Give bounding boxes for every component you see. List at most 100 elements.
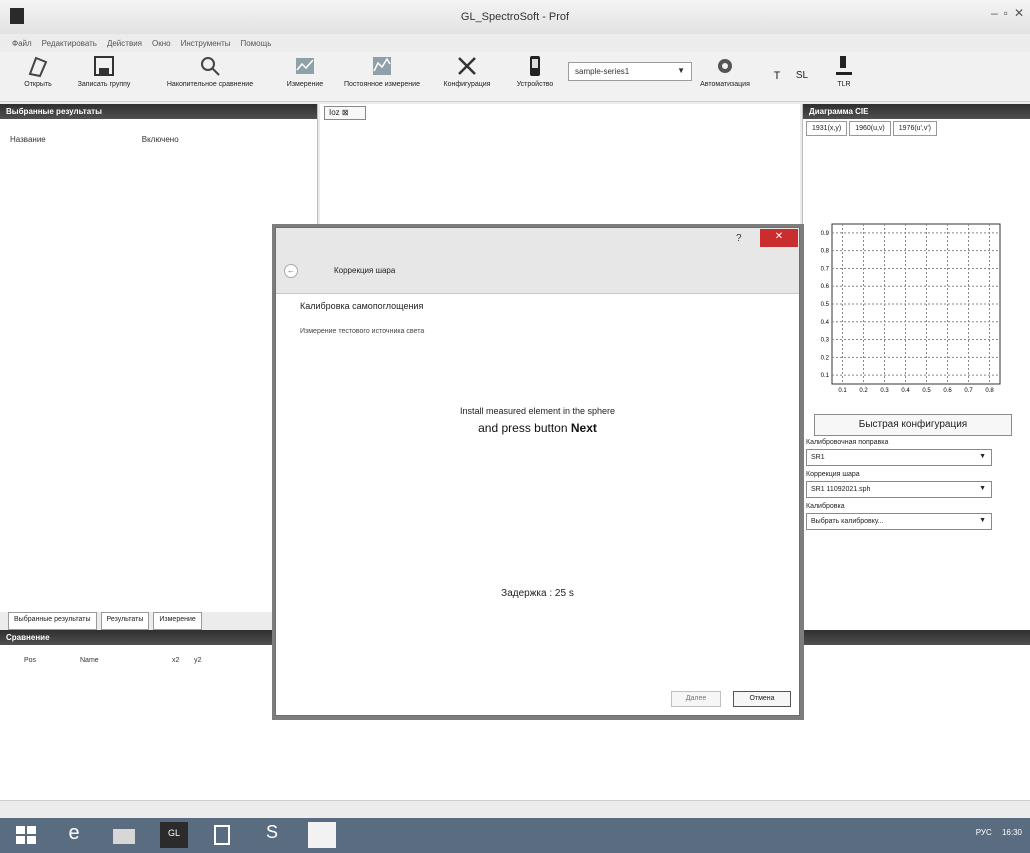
cal-correction-select[interactable]: SR1 ▼ xyxy=(806,449,992,466)
minimize-button[interactable]: – xyxy=(991,6,998,20)
cie-chart: 0.9 0.8 0.7 0.6 0.5 0.4 0.3 0.2 0.1 0.1 0.2 0.3 0.4… xyxy=(821,223,1001,394)
system-tray: РУС 16:30 xyxy=(976,828,1022,837)
tab-ioz[interactable]: Ioz ⊠ xyxy=(324,106,366,120)
tray-language[interactable]: РУС xyxy=(976,828,992,837)
save-group-button[interactable]: Записать группу xyxy=(66,54,142,88)
next-button[interactable]: Далее xyxy=(671,691,721,707)
device-select-value: sample-series1 xyxy=(575,67,630,76)
dialog-message-line1: Install measured element in the sphere xyxy=(459,406,616,416)
tab-cie-1976[interactable]: 1976(u',v') xyxy=(892,121,938,136)
comparison-title: Сравнение xyxy=(6,633,50,642)
field-label-cal-correction: Калибровочная поправка xyxy=(806,439,889,446)
sphere-correction-select[interactable]: SR1 11092021.sph ▼ xyxy=(806,481,992,498)
message-line2-prefix: and press button xyxy=(478,421,571,435)
column-y2[interactable]: y2 xyxy=(194,657,214,664)
cie-title: Диаграмма CIE xyxy=(809,107,869,116)
explorer-icon[interactable] xyxy=(110,822,138,848)
skype-icon[interactable]: S xyxy=(258,822,286,848)
menu-tools[interactable]: Инструменты xyxy=(181,39,231,48)
window-title: GL_SpectroSoft - Prof xyxy=(460,11,570,23)
chevron-down-icon: ▼ xyxy=(979,453,986,460)
tab-ioz-label: Ioz xyxy=(329,108,340,117)
dialog-close-button[interactable]: ✕ xyxy=(760,229,798,247)
menu-file[interactable]: Файл xyxy=(12,39,32,48)
selected-results-header: Выбранные результаты xyxy=(0,104,317,119)
gear-icon xyxy=(718,59,732,73)
title-bar: GL_SpectroSoft - Prof – ▫ ✕ xyxy=(0,0,1030,34)
menu-edit[interactable]: Редактировать xyxy=(42,39,97,48)
column-pos[interactable]: Pos xyxy=(24,657,80,664)
column-name[interactable]: Название xyxy=(10,135,46,144)
device-select[interactable]: sample-series1 ▼ xyxy=(568,62,692,81)
help-icon[interactable]: ? xyxy=(736,233,742,244)
calibration-select[interactable]: Выбрать калибровку... ▼ xyxy=(806,513,992,530)
word-icon[interactable] xyxy=(308,822,336,848)
tlr-button[interactable]: TLR xyxy=(826,54,862,88)
cancel-button[interactable]: Отмена xyxy=(733,691,791,707)
close-tab-icon[interactable]: ⊠ xyxy=(342,108,349,117)
tab-results[interactable]: Результаты xyxy=(100,612,150,630)
open-button[interactable]: Открыть xyxy=(10,54,66,88)
open-label: Открыть xyxy=(24,81,52,88)
sphere-correction-dialog: ? ✕ ← Коррекция шара Калибровка самопогл… xyxy=(275,227,800,716)
column-name[interactable]: Name xyxy=(80,657,172,664)
tools-icon xyxy=(458,57,476,75)
selected-results-title: Выбранные результаты xyxy=(6,107,102,116)
start-button[interactable] xyxy=(12,822,40,848)
tab-measurement[interactable]: Измерение xyxy=(153,612,202,630)
menu-actions[interactable]: Действия xyxy=(107,39,142,48)
menu-window[interactable]: Окно xyxy=(152,39,171,48)
y-tick-label: 0.2 xyxy=(821,355,830,361)
spectrosoft-taskbar-icon[interactable]: GL xyxy=(160,822,188,848)
left-tabs: Выбранные результаты Результаты Измерени… xyxy=(0,612,318,630)
tab-selected-results[interactable]: Выбранные результаты xyxy=(8,612,97,630)
measurement-button[interactable]: Измерение xyxy=(282,54,328,88)
column-x2[interactable]: x2 xyxy=(172,657,194,664)
message-line2-bold: Next xyxy=(570,421,597,435)
cie-chart-y-ticks: 0.9 0.8 0.7 0.6 0.5 0.4 0.3 0.2 0.1 xyxy=(821,231,830,379)
automation-button[interactable]: Автоматизация xyxy=(694,54,756,88)
t-button[interactable]: T xyxy=(770,70,784,82)
continuous-measurement-button[interactable]: Постоянное измерение xyxy=(330,54,434,88)
x-tick-label: 0.4 xyxy=(901,388,910,394)
y-tick-label: 0.7 xyxy=(821,266,830,272)
configuration-button[interactable]: Конфигурация xyxy=(438,54,496,88)
y-tick-label: 0.3 xyxy=(821,338,830,344)
x-tick-label: 0.1 xyxy=(838,388,847,394)
browser-icon[interactable]: e xyxy=(60,822,88,848)
field-label-calibration: Калибровка xyxy=(806,503,845,510)
x-tick-label: 0.7 xyxy=(964,388,973,394)
open-icon xyxy=(28,56,48,78)
maximize-button[interactable]: ▫ xyxy=(1004,6,1008,20)
dialog-message-line2: and press button Next xyxy=(276,421,799,435)
sphere-correction-value: SR1 11092021.sph xyxy=(811,486,871,493)
y-tick-label: 0.5 xyxy=(821,302,830,308)
tlr-label: TLR xyxy=(837,81,851,88)
continuous-measurement-label: Постоянное измерение xyxy=(344,81,420,88)
calibration-value: Выбрать калибровку... xyxy=(811,518,884,525)
x-tick-label: 0.3 xyxy=(880,388,889,394)
tab-cie-1960[interactable]: 1960(u,v) xyxy=(849,121,891,136)
close-window-button[interactable]: ✕ xyxy=(1014,6,1024,20)
measurement-label: Измерение xyxy=(286,81,324,88)
status-strip xyxy=(0,800,1030,818)
tray-clock[interactable]: 16:30 xyxy=(1002,828,1022,837)
sl-button[interactable]: SL xyxy=(792,70,812,81)
device-button[interactable]: Устройство xyxy=(508,54,562,88)
column-enabled[interactable]: Включено xyxy=(142,135,179,144)
delay-text: Задержка : 25 s xyxy=(501,588,574,599)
magnifier-icon xyxy=(201,57,220,76)
y-tick-label: 0.8 xyxy=(821,249,830,255)
back-arrow-icon[interactable]: ← xyxy=(284,264,298,278)
dialog-subheading: Измерение тестового источника света xyxy=(300,328,425,335)
tab-cie-1931[interactable]: 1931(x,y) xyxy=(806,121,848,136)
reference-compare-button[interactable]: Накопительное сравнение xyxy=(150,54,270,88)
device-label: Устройство xyxy=(516,81,554,88)
microscope-icon xyxy=(836,56,852,75)
menu-help[interactable]: Помощь xyxy=(240,39,271,48)
measurement-icon xyxy=(296,58,314,74)
y-tick-label: 0.1 xyxy=(821,373,830,379)
calculator-icon[interactable] xyxy=(208,822,236,848)
save-group-label: Записать группу xyxy=(77,81,131,88)
x-tick-label: 0.8 xyxy=(985,388,994,394)
